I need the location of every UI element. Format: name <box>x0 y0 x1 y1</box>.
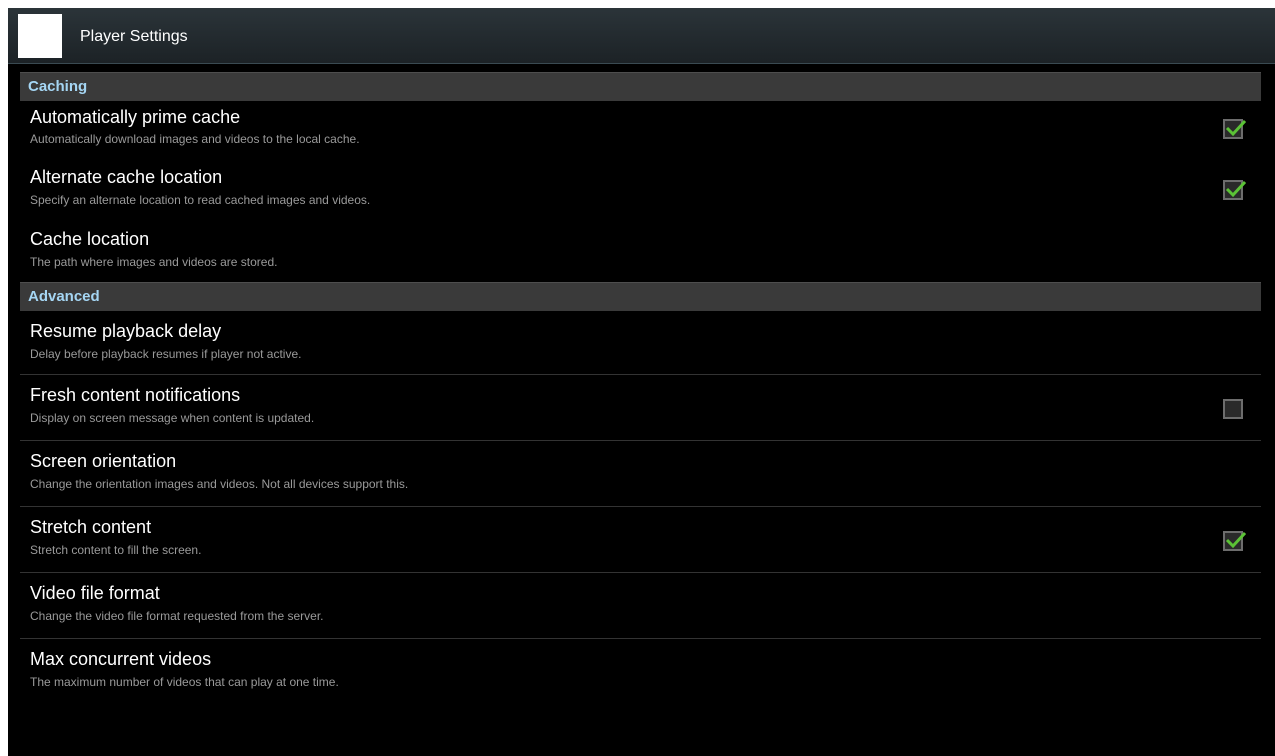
pref-video-file-format[interactable]: Video file format Change the video file … <box>20 573 1261 639</box>
check-icon <box>1225 119 1246 137</box>
pref-cache-location[interactable]: Cache location The path where images and… <box>20 222 1261 282</box>
check-icon <box>1225 531 1246 549</box>
pref-fresh-content-notifications[interactable]: Fresh content notifications Display on s… <box>20 375 1261 441</box>
pref-stretch-content[interactable]: Stretch content Stretch content to fill … <box>20 507 1261 573</box>
checkbox-automatically-prime-cache[interactable] <box>1223 119 1246 139</box>
category-label: Caching <box>28 78 88 95</box>
pref-screen-orientation[interactable]: Screen orientation Change the orientatio… <box>20 441 1261 507</box>
pref-title: Alternate cache location <box>30 167 223 187</box>
pref-alternate-cache-location[interactable]: Alternate cache location Specify an alte… <box>20 160 1261 222</box>
pref-title: Fresh content notifications <box>30 385 241 405</box>
pref-summary: Delay before playback resumes if player … <box>30 347 302 361</box>
pref-summary: The path where images and videos are sto… <box>30 255 278 269</box>
category-header-caching: Caching <box>20 72 1261 101</box>
pref-summary: The maximum number of videos that can pl… <box>30 675 339 689</box>
pref-max-concurrent-videos[interactable]: Max concurrent videos The maximum number… <box>20 639 1261 705</box>
pref-resume-playback-delay[interactable]: Resume playback delay Delay before playb… <box>20 311 1261 375</box>
pref-summary: Change the orientation images and videos… <box>30 477 409 491</box>
checkbox-stretch-content[interactable] <box>1223 531 1246 551</box>
pref-title: Screen orientation <box>30 451 177 471</box>
preference-list: Caching Automatically prime cache Automa… <box>8 72 1275 705</box>
action-bar: Player Settings <box>8 8 1275 64</box>
pref-title: Video file format <box>30 583 160 603</box>
pref-summary: Automatically download images and videos… <box>30 132 360 146</box>
checkbox-alternate-cache-location[interactable] <box>1223 180 1246 200</box>
checkbox-fresh-content-notifications[interactable] <box>1223 399 1243 419</box>
pref-summary: Specify an alternate location to read ca… <box>30 193 371 207</box>
pref-automatically-prime-cache[interactable]: Automatically prime cache Automatically … <box>20 101 1261 160</box>
pref-title: Stretch content <box>30 517 152 537</box>
app-icon[interactable] <box>18 14 62 58</box>
pref-title: Resume playback delay <box>30 321 222 341</box>
settings-screen: Player Settings Caching Automatically pr… <box>8 8 1275 756</box>
pref-title: Max concurrent videos <box>30 649 212 669</box>
pref-title: Automatically prime cache <box>30 107 241 127</box>
pref-summary: Stretch content to fill the screen. <box>30 543 202 557</box>
check-icon <box>1225 180 1246 198</box>
pref-summary: Change the video file format requested f… <box>30 609 324 623</box>
category-label: Advanced <box>28 288 100 305</box>
pref-title: Cache location <box>30 229 150 249</box>
category-header-advanced: Advanced <box>20 282 1261 311</box>
pref-summary: Display on screen message when content i… <box>30 411 315 425</box>
page-title: Player Settings <box>80 28 188 45</box>
